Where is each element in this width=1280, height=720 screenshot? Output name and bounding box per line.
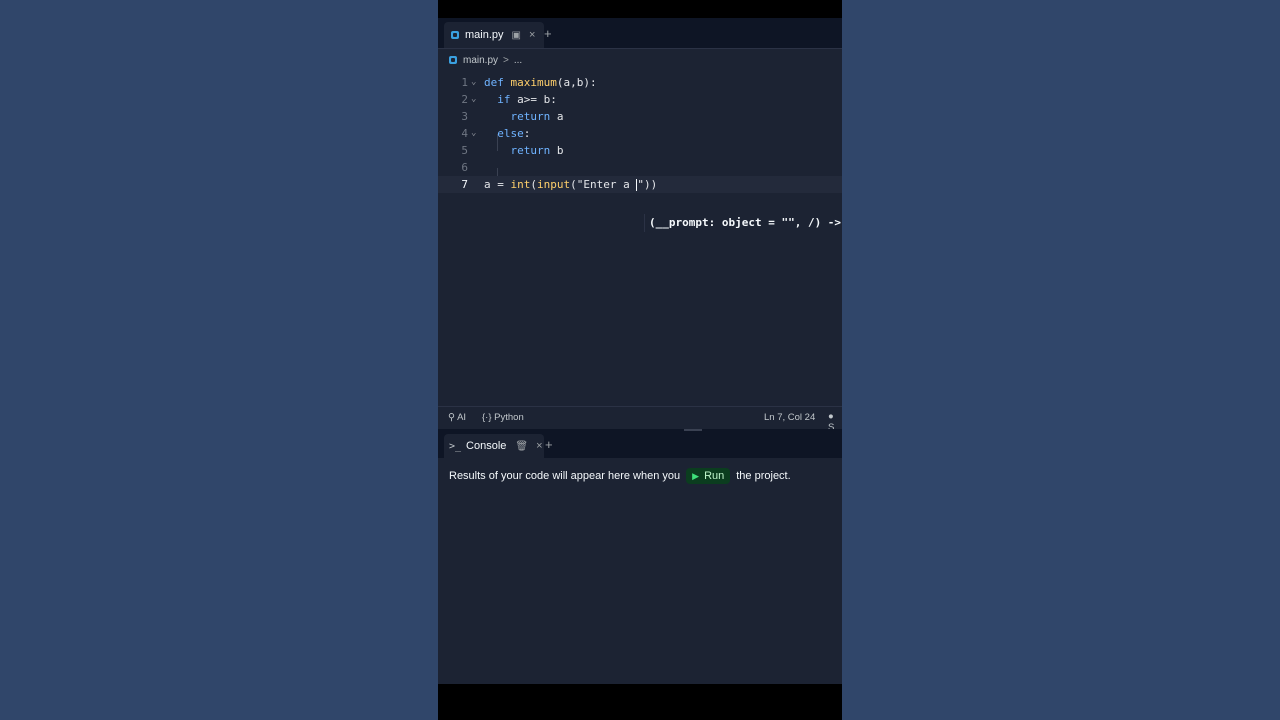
console-tab-label: Console bbox=[466, 440, 507, 452]
console-output: Results of your code will appear here wh… bbox=[438, 458, 842, 684]
play-icon: ▶ bbox=[692, 470, 700, 481]
tab-label: main.py bbox=[465, 29, 504, 41]
trash-icon[interactable]: 🗑 bbox=[515, 441, 528, 452]
run-button[interactable]: ▶ Run bbox=[686, 468, 731, 484]
resize-handle[interactable] bbox=[684, 429, 702, 431]
editor-tab-bar: main.py ▣ × + bbox=[438, 18, 842, 49]
python-file-icon bbox=[449, 56, 457, 64]
code-editor[interactable]: 1 ⌄ def maximum(a,b): 2 ⌄ if a>= b: 3 re… bbox=[438, 74, 842, 404]
code-line[interactable]: 3 return a bbox=[438, 108, 842, 125]
phone-frame: main.py ▣ × + main.py > ... 1 ⌄ def maxi… bbox=[438, 0, 842, 720]
close-tab-icon[interactable]: × bbox=[529, 29, 535, 41]
code-line[interactable]: 4 ⌄ else: bbox=[438, 125, 842, 142]
fold-chevron-icon[interactable]: ⌄ bbox=[471, 74, 476, 91]
fold-chevron-icon[interactable]: ⌄ bbox=[471, 125, 476, 142]
signature-hint-tooltip: (__prompt: object = "", /) -> bbox=[644, 214, 842, 232]
code-text: return b bbox=[510, 144, 564, 157]
breadcrumb-separator: > bbox=[503, 54, 509, 66]
ai-toggle[interactable]: ⚲ AI bbox=[448, 412, 466, 423]
code-line[interactable]: 2 ⌄ if a>= b: bbox=[438, 91, 842, 108]
line-number: 4 bbox=[461, 127, 468, 140]
close-tab-icon[interactable]: × bbox=[536, 440, 542, 452]
language-indicator[interactable]: {·} Python bbox=[482, 412, 524, 423]
text-cursor bbox=[636, 179, 638, 191]
line-number: 3 bbox=[461, 110, 468, 123]
code-text: def maximum(a,b): bbox=[484, 76, 597, 89]
code-text: return a bbox=[510, 110, 564, 123]
console-text-before: Results of your code will appear here wh… bbox=[449, 470, 681, 482]
add-tab-icon[interactable]: + bbox=[545, 437, 553, 452]
ide-screen: main.py ▣ × + main.py > ... 1 ⌄ def maxi… bbox=[438, 18, 842, 684]
console-text-after: the project. bbox=[736, 470, 791, 482]
breadcrumb-file[interactable]: main.py bbox=[463, 55, 498, 66]
code-line[interactable]: 6 bbox=[438, 159, 842, 176]
cursor-position[interactable]: Ln 7, Col 24 bbox=[764, 412, 815, 423]
ai-label: AI bbox=[457, 412, 467, 423]
breadcrumb-more[interactable]: ... bbox=[514, 55, 522, 66]
code-text: if a>= b: bbox=[497, 93, 557, 106]
line-number: 7 bbox=[461, 178, 468, 191]
line-number: 6 bbox=[461, 161, 468, 174]
tab-console[interactable]: >_ Console 🗑 × bbox=[444, 434, 544, 458]
background-left bbox=[0, 0, 438, 720]
code-line[interactable]: 1 ⌄ def maximum(a,b): bbox=[438, 74, 842, 91]
line-number: 5 bbox=[461, 144, 468, 157]
tab-main-py[interactable]: main.py ▣ × bbox=[444, 22, 544, 48]
editor-status-bar: ⚲ AI {·} Python Ln 7, Col 24 ● S bbox=[438, 406, 842, 433]
python-file-icon bbox=[451, 31, 459, 39]
language-label: Python bbox=[494, 412, 524, 423]
breadcrumb: main.py > ... bbox=[438, 49, 842, 71]
terminal-icon: >_ bbox=[449, 440, 462, 452]
line-number: 2 bbox=[461, 93, 468, 106]
console-tab-bar: >_ Console 🗑 × + bbox=[438, 432, 842, 458]
code-line[interactable]: 5 return b bbox=[438, 142, 842, 159]
run-label: Run bbox=[704, 470, 725, 482]
background-right bbox=[842, 0, 1280, 720]
line-number: 1 bbox=[461, 76, 468, 89]
code-line-active[interactable]: 7 a = int(input("Enter a ")) bbox=[438, 176, 842, 193]
console-placeholder: Results of your code will appear here wh… bbox=[449, 468, 791, 484]
code-text: else: bbox=[497, 127, 531, 140]
split-view-icon[interactable]: ▣ bbox=[512, 30, 521, 41]
add-tab-icon[interactable]: + bbox=[544, 26, 552, 41]
fold-chevron-icon[interactable]: ⌄ bbox=[471, 91, 476, 108]
code-text: a = int(input("Enter a ")) bbox=[484, 178, 658, 191]
